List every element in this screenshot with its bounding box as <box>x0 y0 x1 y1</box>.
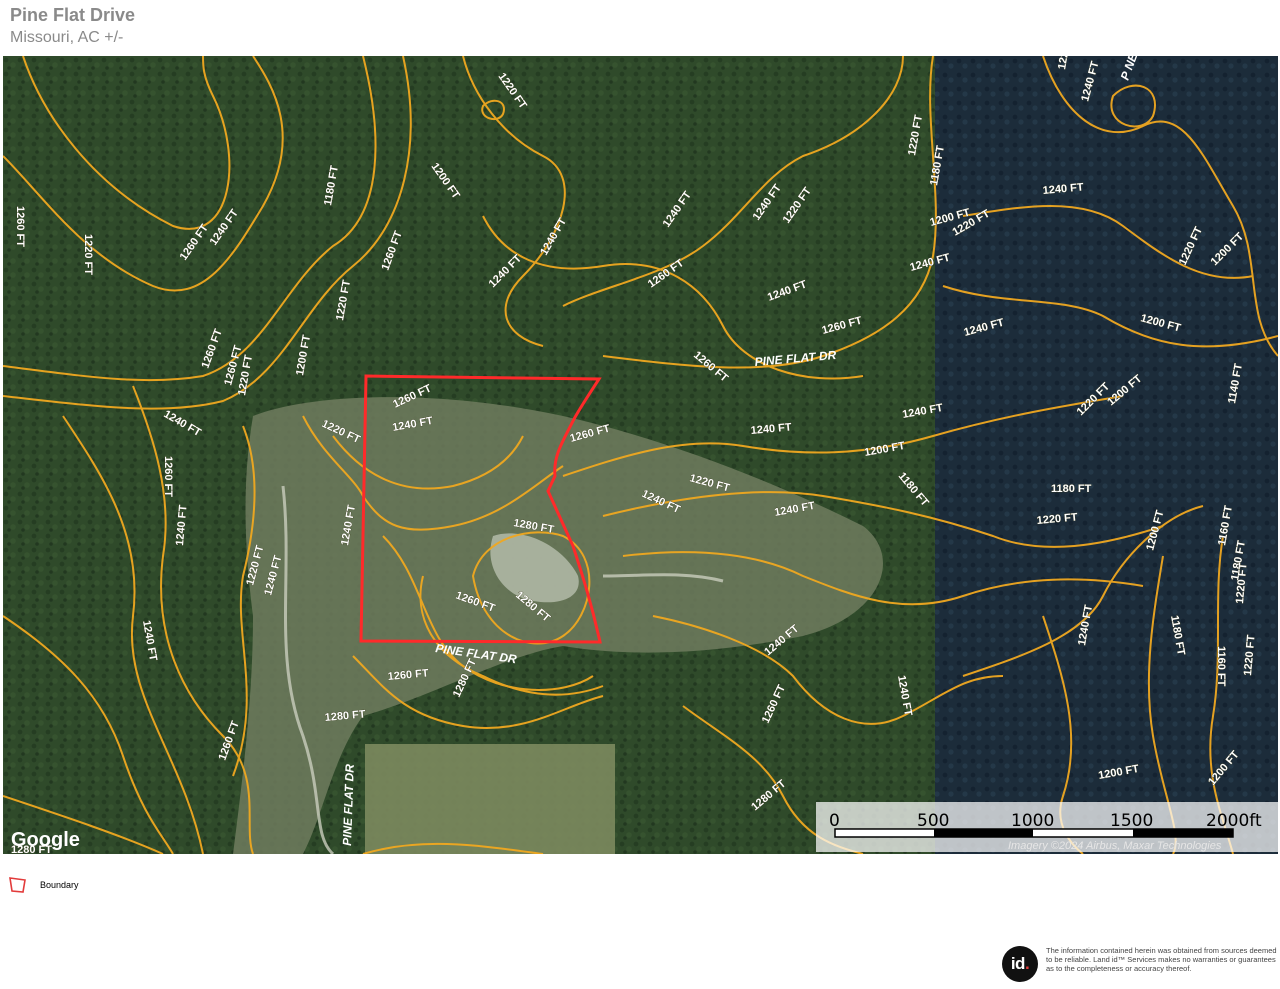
boundary-legend-icon <box>9 877 26 893</box>
google-logo: Google <box>11 829 80 851</box>
scale-segment <box>934 829 1033 837</box>
footer: id. The information contained herein was… <box>1002 946 1280 982</box>
contour-label: 1160 FT <box>1215 646 1227 687</box>
page-subtitle: Missouri, AC +/- <box>10 29 124 46</box>
imagery-attribution: Imagery ©2024 Airbus, Maxar Technologies <box>1008 840 1222 852</box>
contour-label: 1180 FT <box>1051 483 1092 495</box>
scale-bar: 0 500 1000 1500 2000ft Imagery ©2024 Air… <box>816 802 1278 852</box>
scale-label: 1000 <box>1011 811 1054 831</box>
scale-label: 2000ft <box>1206 811 1262 831</box>
page-title: Pine Flat Drive <box>10 5 136 25</box>
logo-dot: . <box>1024 954 1030 973</box>
scale-label: 0 <box>829 811 840 831</box>
logo-text: id <box>1010 954 1026 973</box>
road-label: PINE FLAT DR <box>340 764 357 847</box>
contour-label: 1260 FT <box>162 456 174 497</box>
scale-label: 1500 <box>1110 811 1153 831</box>
scale-label: 500 <box>917 811 949 831</box>
map-view[interactable]: 1260 FT 1220 FT 1260 FT 1240 FT 1180 FT … <box>3 56 1278 854</box>
legend-boundary-label: Boundary <box>40 880 79 890</box>
scale-segment <box>1133 829 1233 837</box>
disclaimer-text: The information contained herein was obt… <box>1046 946 1277 974</box>
contour-label: 1220 FT <box>82 234 94 275</box>
contour-label: 1260 FT <box>14 206 26 247</box>
map-canvas[interactable]: 1260 FT 1220 FT 1260 FT 1240 FT 1180 FT … <box>3 56 1278 854</box>
land-id-logo: id. <box>1002 946 1038 982</box>
map-legend: Boundary <box>8 876 79 894</box>
forest-dark-area <box>935 56 1278 854</box>
field-area <box>365 744 615 854</box>
